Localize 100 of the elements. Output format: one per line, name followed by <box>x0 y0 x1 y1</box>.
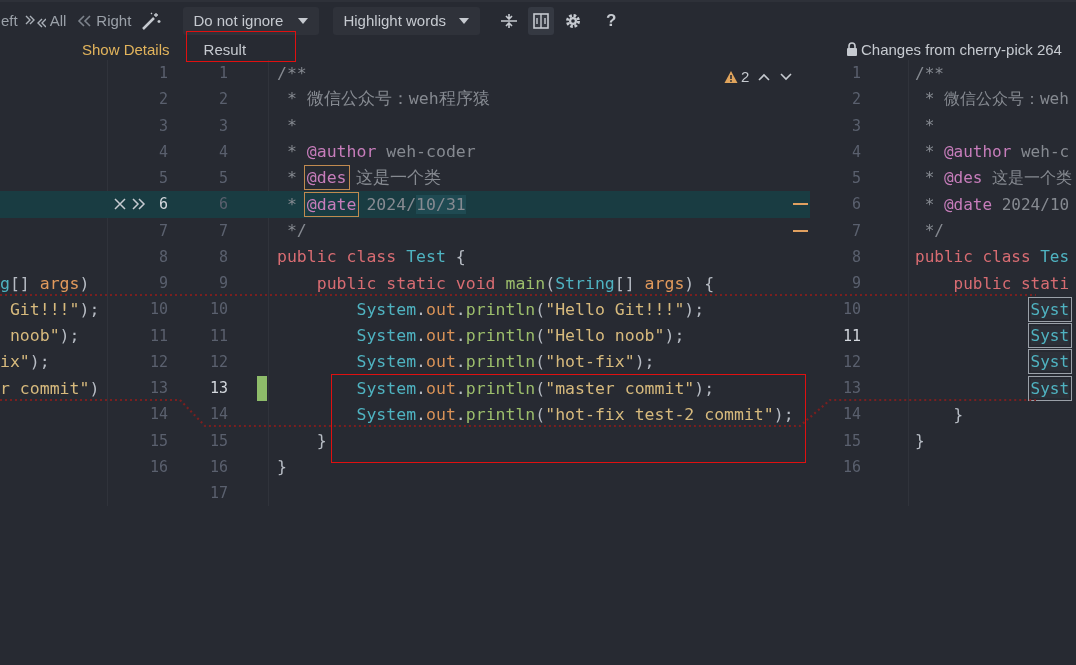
line-number: 3 <box>851 116 861 135</box>
line-number: 2 <box>851 90 861 109</box>
line-number: 12 <box>842 352 861 371</box>
line-number: 16 <box>208 457 228 476</box>
caret-icon <box>458 16 470 25</box>
columns-button[interactable] <box>528 6 554 35</box>
code-line: * 微信公众号：weh程序猿 <box>285 88 490 111</box>
line-number: 9 <box>217 274 228 293</box>
code-line: public class Test { <box>277 247 466 267</box>
code-line: } <box>952 404 964 424</box>
pane-title: Result <box>203 40 247 58</box>
line-number: 13 <box>208 379 228 398</box>
line-number: 6 <box>217 195 228 214</box>
line-number: 14 <box>842 405 861 424</box>
line-number: 7 <box>217 221 228 240</box>
code-line: System.out.println("hot-fix"); <box>355 352 655 372</box>
line-number: 5 <box>851 169 861 188</box>
code-line: } <box>915 431 925 451</box>
line-number: 9 <box>851 274 861 293</box>
code-line: * @author weh-c <box>923 142 1070 162</box>
line-number: 16 <box>842 457 861 476</box>
show-details-link[interactable]: Show Details <box>82 40 170 58</box>
magic-wand-icon[interactable] <box>141 10 162 31</box>
code-line: public stati <box>952 273 1070 293</box>
code-line: System.out.println("Hello Git!!!"); <box>355 299 705 319</box>
code-line: * @date 2024/10/31 <box>277 194 466 214</box>
code-line: ix"); <box>0 352 50 372</box>
line-number: 10 <box>842 300 861 319</box>
close-icon[interactable] <box>113 197 127 212</box>
line-number: 13 <box>842 379 861 398</box>
caret-icon <box>297 16 310 25</box>
code-line: * @author weh-coder <box>285 142 476 162</box>
line-number: 5 <box>217 169 228 188</box>
code-line: } <box>315 431 327 451</box>
code-line: * @date 2024/10 <box>923 194 1070 214</box>
toolbar-action[interactable]: All <box>23 11 67 30</box>
line-number: 8 <box>157 247 168 266</box>
dropdown[interactable]: Do not ignore <box>183 6 320 35</box>
warning-count[interactable]: 2 <box>741 68 750 85</box>
line-number: 10 <box>208 300 228 319</box>
code-line: public static void main(String[] args) { <box>315 273 715 293</box>
line-number: 14 <box>148 405 168 424</box>
dropdown[interactable]: Highlight words <box>333 6 480 35</box>
double-chevron-right-icon[interactable] <box>131 197 146 212</box>
line-number: 2 <box>217 90 228 109</box>
line-number: 15 <box>208 431 228 450</box>
chevron-up-icon[interactable] <box>757 71 772 82</box>
line-number: 3 <box>217 116 228 135</box>
pane-title: Changes from cherry-pick 264 <box>861 40 1062 58</box>
toolbar-action[interactable]: eft <box>1 12 18 29</box>
line-number: 3 <box>157 116 168 135</box>
code-line: */ <box>923 221 944 241</box>
line-number: 7 <box>851 221 861 240</box>
line-number: 1 <box>157 64 168 83</box>
line-number: 8 <box>217 247 228 266</box>
code-line: * @des 这是一个类 <box>277 167 442 190</box>
code-line: System.out.println("master commit"); <box>355 378 715 398</box>
warning-icon[interactable] <box>724 69 738 84</box>
line-number: 17 <box>208 484 228 503</box>
line-number: 12 <box>208 352 228 371</box>
line-number: 15 <box>842 431 861 450</box>
code-line: System.out.println("Hello noob"); <box>355 326 685 346</box>
line-number: 16 <box>148 457 168 476</box>
line-number: 7 <box>157 221 168 240</box>
code-line: * 微信公众号：weh <box>923 88 1069 110</box>
line-number: 10 <box>148 300 168 319</box>
line-number: 15 <box>148 431 168 450</box>
line-number: 1 <box>217 64 228 83</box>
line-number: 6 <box>157 195 168 214</box>
code-line: r commit") <box>0 378 100 398</box>
line-number: 11 <box>842 326 861 345</box>
line-number: 6 <box>851 195 861 214</box>
help-button[interactable]: ? <box>600 10 623 31</box>
code-line: */ <box>285 221 307 241</box>
line-number: 4 <box>851 142 861 161</box>
line-number: 9 <box>157 274 168 293</box>
code-line: public class Tes <box>915 247 1070 267</box>
line-number: 4 <box>157 142 168 161</box>
line-number: 12 <box>148 352 168 371</box>
line-number: 11 <box>148 326 168 345</box>
line-number: 5 <box>157 169 168 188</box>
line-number: 8 <box>851 247 861 266</box>
code-line: g[] args) <box>0 273 90 293</box>
columns-icon <box>531 11 551 30</box>
code-line: Git!!!"); <box>8 299 100 319</box>
line-number: 11 <box>208 326 228 345</box>
code-line: * <box>285 116 297 136</box>
code-line: /** <box>915 63 944 83</box>
line-number: 13 <box>148 379 168 398</box>
line-number: 2 <box>157 90 168 109</box>
chevron-down-icon[interactable] <box>779 71 794 82</box>
collapse-icon <box>499 11 519 30</box>
code-line: System.out.println("hot-fix test-2 commit"); <box>355 404 794 424</box>
code-line: * <box>923 116 935 136</box>
line-number: 4 <box>217 142 228 161</box>
code-line: noob"); <box>8 326 80 346</box>
settings-icon <box>563 11 583 30</box>
toolbar-action[interactable]: Right <box>76 11 132 30</box>
code-line: /** <box>277 63 307 83</box>
line-number: 1 <box>851 64 861 83</box>
